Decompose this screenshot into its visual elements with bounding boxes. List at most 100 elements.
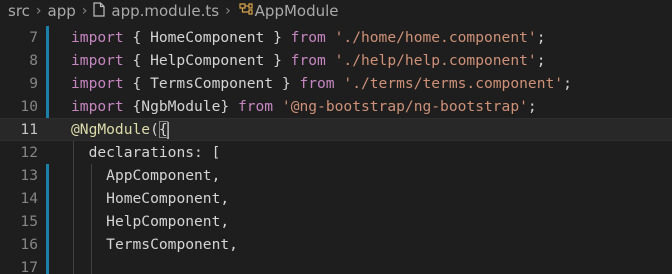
code-line[interactable]: 15 HelpComponent, xyxy=(0,210,672,233)
code-token: HelpComponent xyxy=(106,213,221,230)
code-token: { xyxy=(123,75,151,92)
code-token: './home/home.component' xyxy=(334,29,537,46)
code-token: ; xyxy=(563,75,572,92)
code-token: , xyxy=(220,213,230,230)
line-text: import { TermsComponent } from './terms/… xyxy=(71,72,572,95)
code-line[interactable]: 9 import { TermsComponent } from './terms… xyxy=(0,72,672,95)
code-token: TermsComponent xyxy=(106,236,230,253)
code-token: HomeComponent xyxy=(150,29,265,46)
code-line[interactable]: 14 HomeComponent, xyxy=(0,187,672,210)
code-line[interactable]: 8 import { HelpComponent } from './help/h… xyxy=(0,49,672,72)
line-number: 13 xyxy=(20,167,38,184)
line-number: 14 xyxy=(20,190,38,207)
line-number: 7 xyxy=(29,29,38,46)
modified-gutter-indicator[interactable] xyxy=(46,95,49,118)
code-token: ; xyxy=(536,52,546,69)
breadcrumb-item-app[interactable]: app xyxy=(48,2,76,20)
code-token: HomeComponent xyxy=(106,190,221,207)
line-text: AppComponent, xyxy=(71,164,220,187)
line-text: import {NgbModule} from '@ng-bootstrap/n… xyxy=(71,95,537,118)
chevron-right-icon: › xyxy=(81,3,88,19)
chevron-right-icon: › xyxy=(35,3,42,19)
modified-gutter-indicator[interactable] xyxy=(46,49,49,72)
code-line[interactable]: 7 import { HomeComponent } from './home/h… xyxy=(0,26,672,49)
line-number: 17 xyxy=(20,259,38,274)
code-token: { xyxy=(123,98,142,115)
code-line[interactable]: 12 declarations: [ xyxy=(0,141,672,164)
line-text: HelpComponent, xyxy=(71,210,229,233)
breadcrumb: src › app › app.module.ts › AppModule xyxy=(0,0,672,22)
modified-gutter-indicator[interactable] xyxy=(46,210,49,233)
code-token: declarations xyxy=(88,144,195,161)
indent-guide xyxy=(73,141,74,274)
code-line[interactable]: 17 xyxy=(0,256,672,274)
code-token: from xyxy=(290,52,326,69)
code-token: } xyxy=(273,75,300,92)
code-token: : [ xyxy=(194,144,221,161)
line-number: 11 xyxy=(20,121,38,138)
code-line[interactable]: 13 AppComponent, xyxy=(0,164,672,187)
code-token: import xyxy=(71,29,124,46)
text-cursor xyxy=(166,121,169,139)
code-token: } xyxy=(264,52,291,69)
breadcrumb-item-symbol[interactable]: AppModule xyxy=(255,2,339,20)
line-number: 16 xyxy=(20,236,38,253)
code-token: HelpComponent xyxy=(150,52,265,69)
modified-gutter-indicator[interactable] xyxy=(46,72,49,95)
code-token: , xyxy=(229,236,238,253)
modified-gutter-indicator[interactable] xyxy=(46,164,49,187)
code-token: './help/help.component' xyxy=(334,52,537,69)
class-symbol-icon xyxy=(237,2,253,20)
line-text: import { HelpComponent } from './help/he… xyxy=(71,49,546,72)
line-text: @NgModule({ xyxy=(71,118,169,141)
breadcrumb-item-file[interactable]: app.module.ts xyxy=(111,2,219,20)
code-token: @NgModule xyxy=(71,121,151,138)
modified-gutter-indicator[interactable] xyxy=(46,256,49,274)
code-token: from xyxy=(237,98,274,115)
chevron-right-icon: › xyxy=(225,3,231,19)
code-token: { xyxy=(123,29,151,46)
modified-gutter-indicator[interactable] xyxy=(46,26,49,49)
code-token: NgbModule xyxy=(141,98,221,115)
line-number: 8 xyxy=(29,52,38,69)
line-text: HomeComponent, xyxy=(71,187,229,210)
file-icon xyxy=(93,1,105,21)
code-token: from xyxy=(290,29,326,46)
code-line[interactable]: 10 import {NgbModule} from '@ng-bootstrap… xyxy=(0,95,672,118)
code-token: , xyxy=(211,167,221,184)
code-token: } xyxy=(264,29,291,46)
line-number: 10 xyxy=(20,98,38,115)
line-number: 9 xyxy=(29,75,38,92)
indent-guide xyxy=(90,164,92,274)
code-line[interactable]: 11 @NgModule({ xyxy=(0,118,672,141)
code-token: import xyxy=(71,98,124,115)
breadcrumb-item-src[interactable]: src xyxy=(8,2,30,20)
modified-gutter-indicator[interactable] xyxy=(46,233,49,256)
code-token: { xyxy=(123,52,151,69)
code-line[interactable]: 16 TermsComponent, xyxy=(0,233,672,256)
code-token: './terms/terms.component' xyxy=(343,75,564,92)
code-editor[interactable]: src › app › app.module.ts › AppModule 7 i… xyxy=(0,0,672,274)
code-token: ; xyxy=(536,29,546,46)
line-text: import { HomeComponent } from './home/ho… xyxy=(71,26,546,49)
modified-gutter-indicator[interactable] xyxy=(46,187,49,210)
line-number: 15 xyxy=(20,213,38,230)
code-token: ( xyxy=(150,121,159,138)
code-token: TermsComponent xyxy=(150,75,274,92)
code-token: '@ng-bootstrap/ng-bootstrap' xyxy=(281,98,528,115)
code-token: from xyxy=(299,75,335,92)
line-number: 12 xyxy=(20,144,38,161)
code-token: import xyxy=(71,52,124,69)
code-token: } xyxy=(220,98,238,115)
code-token: AppComponent xyxy=(106,167,212,184)
code-token: , xyxy=(220,190,230,207)
code-token: ; xyxy=(527,98,537,115)
line-text: declarations: [ xyxy=(71,141,221,164)
